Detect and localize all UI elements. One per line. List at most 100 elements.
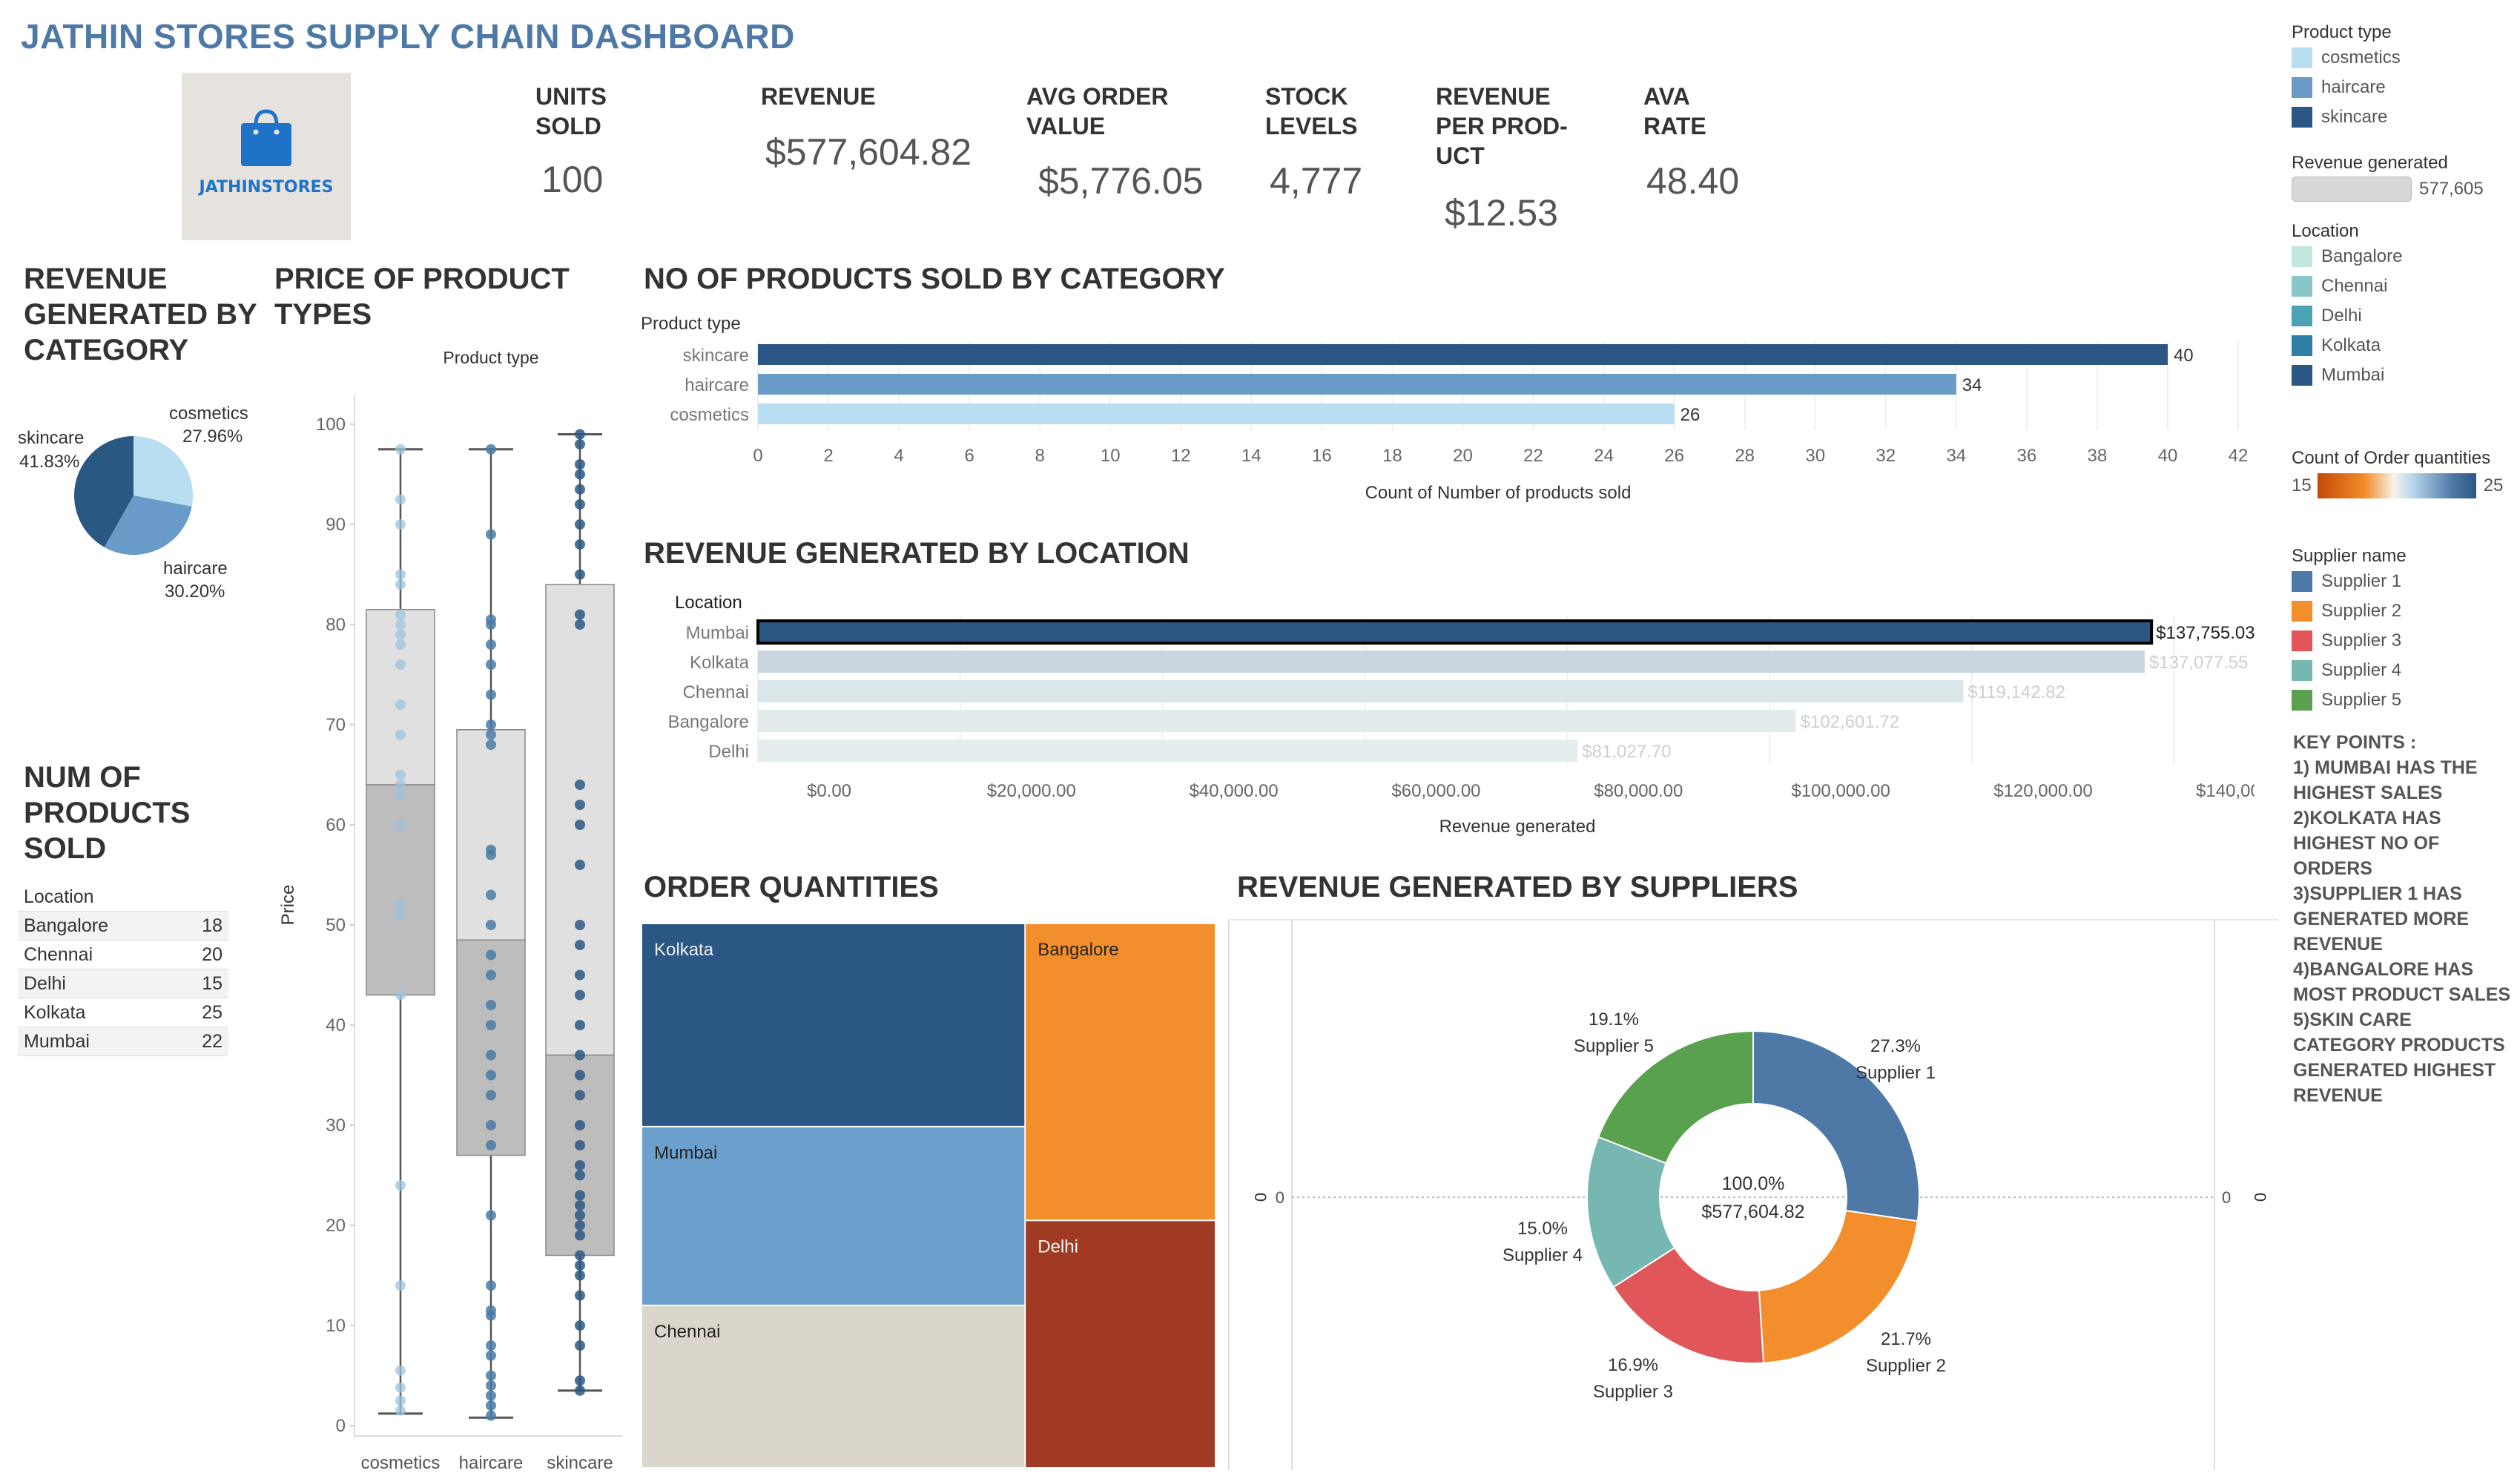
boxplot-point-haircare: [486, 1370, 496, 1381]
legend-item-chennai[interactable]: Chennai: [2292, 271, 2514, 301]
supplier-legend: Supplier name Supplier 1 Supplier 2 Supp…: [2292, 546, 2514, 715]
kpi-revenue-per-product-value: $12.53: [1445, 192, 1558, 234]
loc-bar-category-Bangalore: Bangalore: [668, 712, 749, 732]
cat-bar-tick-label: 4: [894, 446, 903, 466]
boxplot-point-skincare: [575, 1230, 585, 1241]
revenue-size-swatch: [2292, 177, 2412, 202]
price-boxplot: Product type Price 0 10 20 30 40 50 60 70 80 90 100 c…: [278, 348, 623, 1473]
legend-item-supplier-1[interactable]: Supplier 1: [2292, 567, 2514, 596]
key-points-heading: KEY POINTS :: [2293, 732, 2417, 753]
legend-label: haircare: [2321, 77, 2386, 97]
boxplot-point-haircare: [486, 920, 496, 930]
legend-label: Bangalore: [2321, 246, 2403, 266]
boxplot-point-cosmetics: [395, 989, 406, 1001]
table-header-location: Location: [18, 883, 228, 912]
donut-axis-title: 0: [1251, 1193, 1270, 1202]
legend-swatch: [2292, 246, 2312, 267]
legend-swatch: [2292, 335, 2312, 356]
boxplot-point-cosmetics: [395, 780, 406, 790]
table-cell-location: Mumbai: [18, 1027, 176, 1056]
cat-bar-tick-label: 36: [2017, 446, 2037, 466]
key-point: 2)KOLKATA HAS HIGHEST NO OF ORDERS: [2293, 808, 2441, 879]
legend-label: Kolkata: [2321, 335, 2381, 355]
loc-bar-tick-label: $120,000.00: [1993, 781, 2092, 801]
legend-swatch: [2292, 47, 2312, 68]
loc-bar-tick-label: $100,000.00: [1791, 781, 1890, 801]
logo-text: JATHINSTORES: [199, 178, 334, 197]
revenue-by-suppliers-title: REVENUE GENERATED BY SUPPLIERS: [1237, 871, 1798, 903]
kpi-avg-order-label: AVG ORDER VALUE: [1026, 83, 1169, 139]
num-products-table: Location Bangalore 18 Chennai 20 Delhi 15 K…: [18, 883, 228, 1056]
boxplot-point-skincare: [575, 459, 585, 470]
boxplot-point-skincare: [575, 484, 585, 495]
revenue-by-category-title: REVENUE GENERATED BY CATEGORY: [24, 263, 257, 366]
legend-swatch: [2292, 571, 2312, 592]
legend-swatch: [2292, 306, 2312, 326]
donut-value-supplier-3: 16.9%: [1608, 1355, 1658, 1375]
treemap-label-Delhi: Delhi: [1038, 1236, 1078, 1257]
boxplot-point-cosmetics: [395, 1365, 406, 1376]
cat-bar-tick-label: 42: [2229, 446, 2249, 466]
boxplot-point-skincare: [575, 1090, 585, 1101]
kpi-units-sold-label: UNITS SOLD: [535, 83, 607, 139]
legend-title: Product type: [2292, 22, 2392, 42]
boxplot-point-skincare: [575, 1210, 585, 1221]
legend-swatch: [2292, 630, 2312, 651]
legend-item-skincare[interactable]: skincare: [2292, 102, 2514, 132]
loc-bar-x-label: Revenue generated: [1439, 817, 1596, 837]
boxplot-point-cosmetics: [395, 1395, 406, 1406]
boxplot-point-haircare: [486, 969, 496, 981]
cat-bar-tick-label: 16: [1312, 446, 1332, 466]
key-point: 1) MUMBAI HAS THE HIGHEST SALES: [2293, 757, 2478, 803]
boxplot-point-cosmetics: [395, 609, 406, 620]
boxplot-point-cosmetics: [395, 769, 406, 780]
kpi-ava-rate-value: 48.40: [1646, 160, 1740, 202]
boxplot-point-haircare: [486, 1400, 496, 1411]
legend-item-haircare[interactable]: haircare: [2292, 73, 2514, 102]
boxplot-point-cosmetics: [395, 629, 406, 640]
boxplot-point-cosmetics: [395, 619, 406, 630]
donut-label-supplier-4: Supplier 4: [1503, 1245, 1583, 1265]
boxplot-point-haircare: [486, 889, 496, 900]
boxplot-point-haircare: [486, 1350, 496, 1361]
boxplot-point-skincare: [575, 469, 585, 480]
boxplot-point-haircare: [486, 1390, 496, 1401]
price-of-product-types-title: PRICE OF PRODUCT TYPES: [274, 263, 570, 331]
treemap-cell-Bangalore: [1026, 924, 1215, 1220]
legend-item-supplier-3[interactable]: Supplier 3: [2292, 626, 2514, 656]
legend-item-bangalore[interactable]: Bangalore: [2292, 242, 2514, 271]
legend-swatch: [2292, 690, 2312, 711]
legend-item-delhi[interactable]: Delhi: [2292, 301, 2514, 331]
boxplot-point-skincare: [575, 619, 585, 630]
loc-bar-value-Delhi: $81,027.70: [1582, 742, 1671, 762]
boxplot-point-skincare: [575, 539, 585, 550]
legend-title: Location: [2292, 221, 2359, 241]
dashboard-title: JATHIN STORES SUPPLY CHAIN DASHBOARD: [21, 17, 795, 56]
table-row: Chennai 20: [18, 940, 228, 969]
table-cell-location: Chennai: [18, 940, 176, 969]
legend-item-mumbai[interactable]: Mumbai: [2292, 360, 2514, 390]
legend-item-kolkata[interactable]: Kolkata: [2292, 331, 2514, 360]
legend-item-cosmetics[interactable]: cosmetics: [2292, 43, 2514, 73]
key-point: 3)SUPPLIER 1 HAS GENERATED MORE REVENUE: [2293, 883, 2470, 955]
boxplot-point-skincare: [575, 1385, 585, 1396]
cat-bar-category-skincare: skincare: [683, 346, 749, 366]
boxplot-x-label-haircare: haircare: [459, 1453, 524, 1473]
pie-slice-cosmetics: [133, 436, 193, 507]
boxplot-point-haircare: [486, 529, 496, 540]
legend-item-supplier-2[interactable]: Supplier 2: [2292, 596, 2514, 626]
boxplot-point-haircare: [486, 1120, 496, 1130]
products-sold-bar-chart: Product type0 2 4 6 8 10 12 14 16 18 20 22 24 26 28 30 3…: [641, 314, 2249, 503]
boxplot-point-cosmetics: [395, 1280, 406, 1291]
boxplot-tick-label: 80: [326, 615, 346, 635]
cat-bar-tick-label: 18: [1382, 446, 1402, 466]
boxplot-tick-label: 30: [326, 1116, 346, 1136]
key-point: 4)BANGALORE HAS MOST PRODUCT SALES: [2293, 959, 2511, 1005]
cat-bar-tick-label: 38: [2088, 446, 2108, 466]
legend-swatch: [2292, 77, 2312, 98]
legend-item-supplier-5[interactable]: Supplier 5: [2292, 685, 2514, 715]
treemap-cell-Delhi: [1026, 1221, 1215, 1467]
order-quantities-title: ORDER QUANTITIES: [644, 871, 939, 903]
product-type-legend: Product type cosmetics haircare skincare: [2292, 22, 2514, 132]
legend-item-supplier-4[interactable]: Supplier 4: [2292, 656, 2514, 685]
